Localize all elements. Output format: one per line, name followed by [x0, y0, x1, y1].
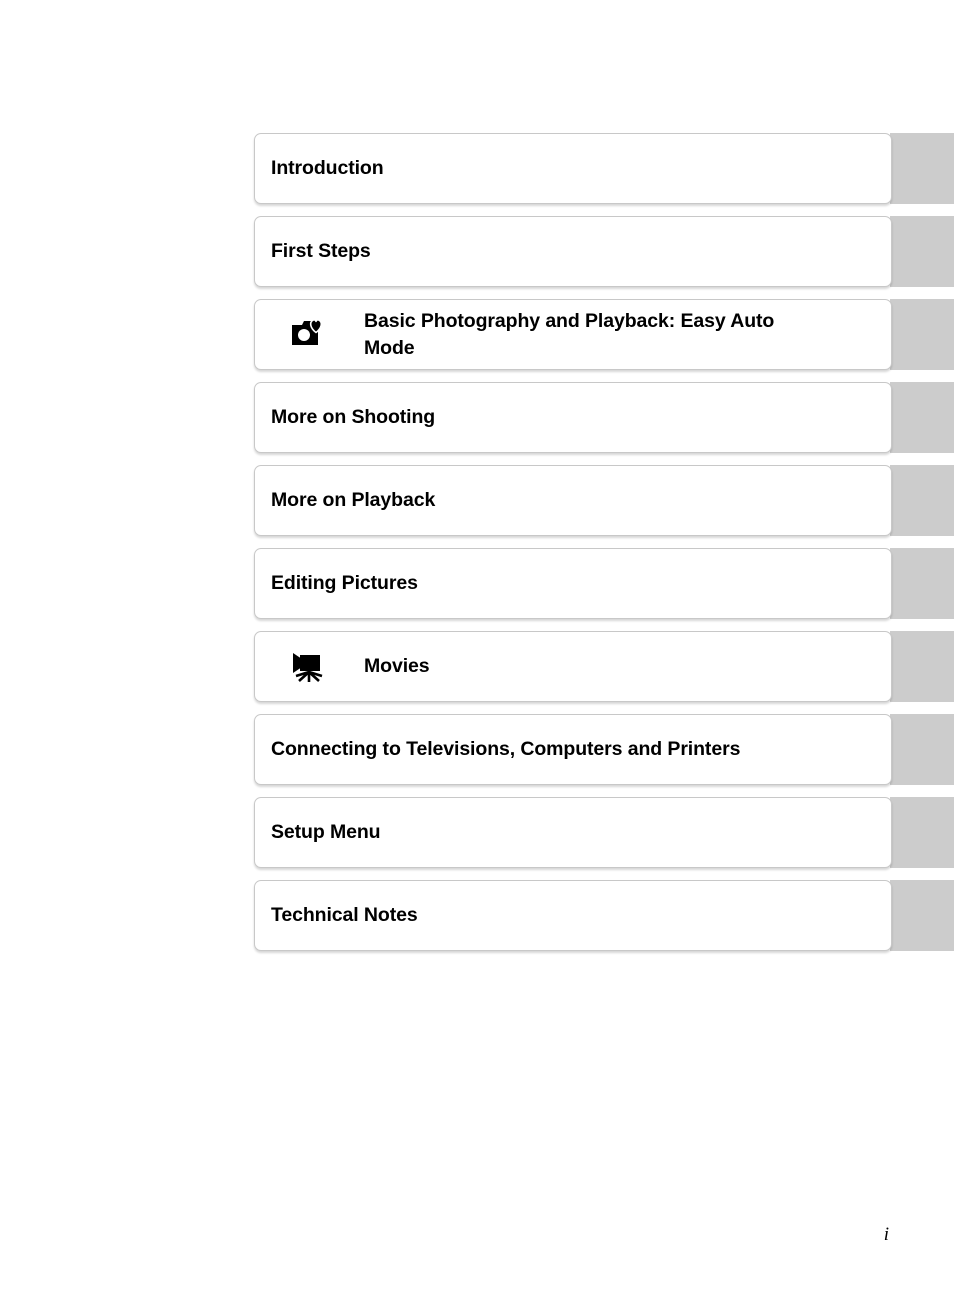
chapter-row: Setup Menu: [254, 797, 954, 868]
chapter-entry[interactable]: Technical Notes: [254, 880, 892, 951]
thumb-index-tab: [890, 880, 954, 951]
chapter-title: First Steps: [271, 240, 371, 262]
thumb-index-tab: [890, 714, 954, 785]
chapter-title: Technical Notes: [271, 904, 418, 926]
chapter-title: Basic Photography and Playback: Easy Aut…: [364, 309, 775, 359]
thumb-index-tab: [890, 133, 954, 204]
chapter-title: More on Shooting: [271, 406, 436, 428]
chapter-entry[interactable]: Movies: [254, 631, 892, 702]
chapter-row: Introduction: [254, 133, 954, 204]
chapter-entry[interactable]: Connecting to Televisions, Computers and…: [254, 714, 892, 785]
thumb-index-tab: [890, 631, 954, 702]
chapter-entry[interactable]: Setup Menu: [254, 797, 892, 868]
movie-camera-icon: [293, 652, 323, 682]
chapter-row: Movies: [254, 631, 954, 702]
chapter-title: Editing Pictures: [271, 572, 418, 594]
chapter-row: More on Shooting: [254, 382, 954, 453]
chapter-entry[interactable]: More on Shooting: [254, 382, 892, 453]
chapter-row: Basic Photography and Playback: Easy Aut…: [254, 299, 954, 370]
thumb-index-tab: [890, 797, 954, 868]
thumb-index-tab: [890, 548, 954, 619]
thumb-index-tab: [890, 465, 954, 536]
thumb-index-tab: [890, 216, 954, 287]
thumb-index-tab: [890, 382, 954, 453]
chapter-title: Movies: [364, 655, 430, 677]
chapter-entry[interactable]: More on Playback: [254, 465, 892, 536]
chapter-title: More on Playback: [271, 489, 436, 511]
chapter-entry[interactable]: Introduction: [254, 133, 892, 204]
chapter-list: Introduction First Steps Basic Photography…: [254, 133, 954, 951]
chapter-entry[interactable]: Editing Pictures: [254, 548, 892, 619]
chapter-row: Connecting to Televisions, Computers and…: [254, 714, 954, 785]
chapter-entry[interactable]: Basic Photography and Playback: Easy Aut…: [254, 299, 892, 370]
chapter-row: Technical Notes: [254, 880, 954, 951]
chapter-entry[interactable]: First Steps: [254, 216, 892, 287]
chapter-title: Introduction: [271, 157, 384, 179]
chapter-row: More on Playback: [254, 465, 954, 536]
chapter-title: Setup Menu: [271, 821, 381, 843]
chapter-title: Connecting to Televisions, Computers and…: [271, 738, 741, 760]
thumb-index-tab: [890, 299, 954, 370]
camera-heart-icon: [292, 318, 323, 345]
page-number: i: [883, 1224, 889, 1245]
chapter-row: First Steps: [254, 216, 954, 287]
chapter-row: Editing Pictures: [254, 548, 954, 619]
